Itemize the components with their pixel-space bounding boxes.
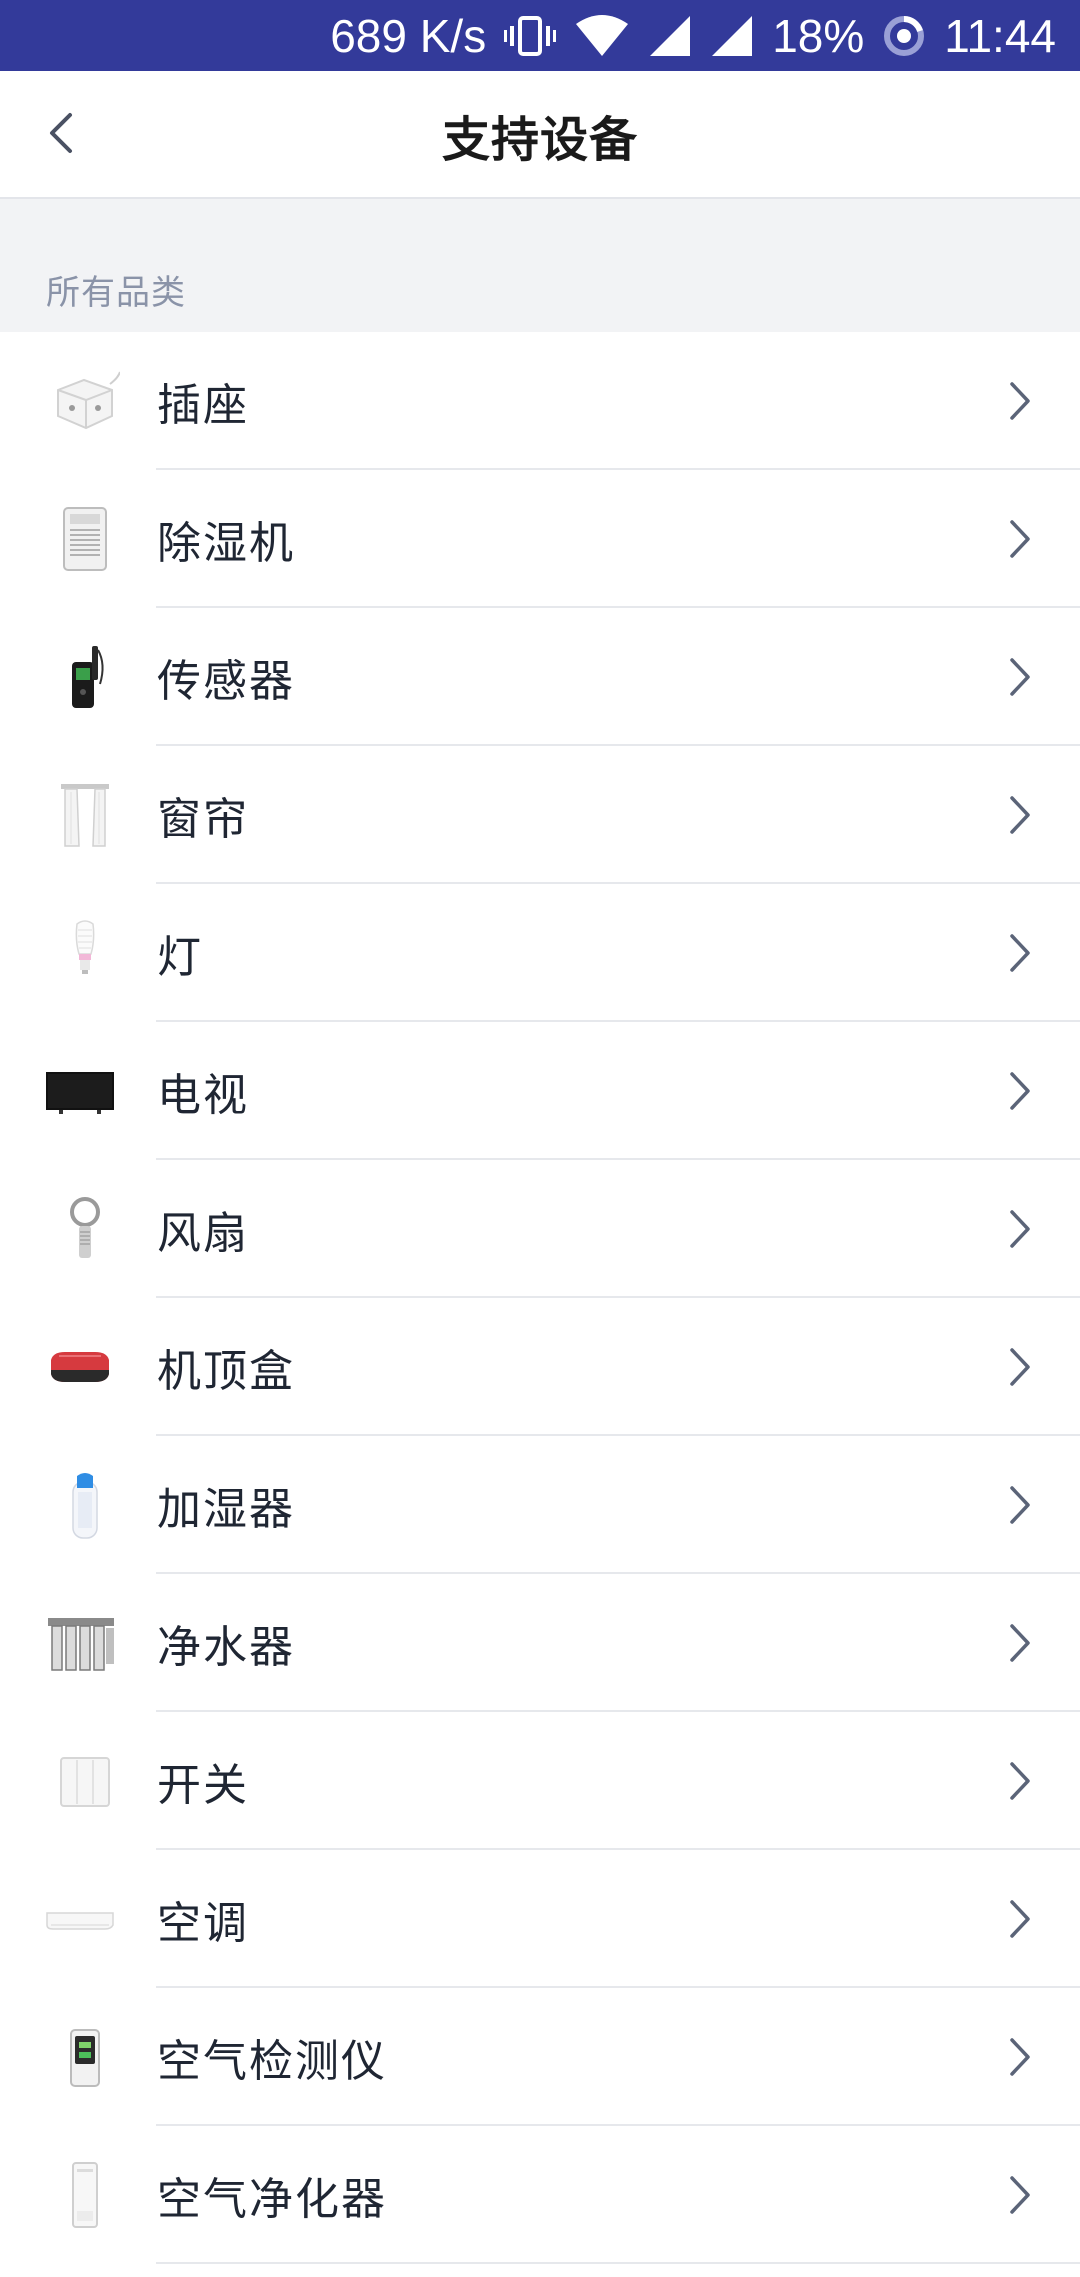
item-label: 加湿器 bbox=[157, 1484, 295, 1535]
section-label: 所有品类 bbox=[46, 273, 186, 313]
list-item-curtain[interactable]: 窗帘 bbox=[0, 746, 1080, 884]
bulb-icon bbox=[48, 918, 122, 990]
list-item-switch[interactable]: 开关 bbox=[0, 1712, 1080, 1850]
chevron-right-icon bbox=[1000, 1206, 1040, 1252]
chevron-right-icon bbox=[1000, 1620, 1040, 1666]
app-header: 支持设备 bbox=[0, 71, 1080, 199]
item-label: 机顶盒 bbox=[157, 1346, 295, 1397]
list-item-water-purifier[interactable]: 净水器 bbox=[0, 1574, 1080, 1712]
air-conditioner-icon bbox=[38, 1884, 122, 1956]
vibrate-icon bbox=[504, 14, 557, 58]
category-list: 插座 除湿机 传感器 窗帘 灯 电视 风扇 机顶盒 加湿器 净水器 开关 空调 … bbox=[0, 332, 1080, 2264]
item-label: 电视 bbox=[157, 1070, 249, 1121]
network-speed: 689 K/s bbox=[330, 9, 487, 62]
item-label: 除湿机 bbox=[157, 518, 295, 569]
item-label: 开关 bbox=[157, 1760, 249, 1811]
item-label: 插座 bbox=[157, 380, 249, 431]
item-label: 传感器 bbox=[157, 656, 295, 707]
status-bar: 689 K/s 18% 11:44 bbox=[0, 0, 1080, 71]
item-label: 净水器 bbox=[157, 1622, 295, 1673]
clock: 11:44 bbox=[944, 9, 1056, 62]
battery-ring-icon bbox=[882, 14, 926, 58]
curtain-icon bbox=[48, 780, 122, 852]
list-item-humidifier[interactable]: 加湿器 bbox=[0, 1436, 1080, 1574]
air-purifier-icon bbox=[48, 2160, 122, 2232]
air-monitor-icon bbox=[48, 2022, 122, 2094]
item-label: 灯 bbox=[157, 932, 203, 983]
list-item-air-conditioner[interactable]: 空调 bbox=[0, 1850, 1080, 1988]
wifi-icon bbox=[574, 14, 630, 58]
item-label: 空气净化器 bbox=[157, 2174, 387, 2225]
fan-icon bbox=[48, 1194, 122, 1266]
section-header: 所有品类 bbox=[0, 199, 1080, 332]
chevron-right-icon bbox=[1000, 1758, 1040, 1804]
chevron-right-icon bbox=[1000, 378, 1040, 424]
chevron-right-icon bbox=[1000, 654, 1040, 700]
chevron-right-icon bbox=[1000, 1344, 1040, 1390]
list-item-socket[interactable]: 插座 bbox=[0, 332, 1080, 470]
dehumidifier-icon bbox=[48, 504, 122, 576]
chevron-right-icon bbox=[1000, 930, 1040, 976]
chevron-right-icon bbox=[1000, 792, 1040, 838]
chevron-right-icon bbox=[1000, 2034, 1040, 2080]
signal-icon bbox=[710, 14, 754, 58]
list-item-air-purifier[interactable]: 空气净化器 bbox=[0, 2126, 1080, 2264]
battery-percent: 18% bbox=[772, 9, 865, 62]
item-label: 窗帘 bbox=[157, 794, 249, 845]
signal-icon bbox=[648, 14, 692, 58]
divider bbox=[156, 2262, 1080, 2264]
chevron-right-icon bbox=[1000, 1482, 1040, 1528]
page-title: 支持设备 bbox=[441, 112, 638, 168]
list-item-set-top-box[interactable]: 机顶盒 bbox=[0, 1298, 1080, 1436]
water-purifier-icon bbox=[40, 1608, 122, 1680]
socket-icon bbox=[48, 366, 122, 438]
item-label: 风扇 bbox=[157, 1208, 249, 1259]
list-item-dehumidifier[interactable]: 除湿机 bbox=[0, 470, 1080, 608]
list-item-light[interactable]: 灯 bbox=[0, 884, 1080, 1022]
item-label: 空气检测仪 bbox=[157, 2036, 387, 2087]
sensor-icon bbox=[48, 642, 122, 714]
chevron-right-icon bbox=[1000, 1896, 1040, 1942]
chevron-right-icon bbox=[1000, 1068, 1040, 1114]
list-item-air-monitor[interactable]: 空气检测仪 bbox=[0, 1988, 1080, 2126]
set-top-box-icon bbox=[38, 1332, 122, 1404]
humidifier-icon bbox=[48, 1470, 122, 1542]
item-label: 空调 bbox=[157, 1898, 249, 1949]
switch-icon bbox=[48, 1746, 122, 1818]
chevron-right-icon bbox=[1000, 516, 1040, 562]
list-item-fan[interactable]: 风扇 bbox=[0, 1160, 1080, 1298]
back-button[interactable] bbox=[28, 101, 92, 169]
tv-icon bbox=[38, 1056, 122, 1128]
list-item-tv[interactable]: 电视 bbox=[0, 1022, 1080, 1160]
chevron-left-icon bbox=[44, 109, 76, 161]
chevron-right-icon bbox=[1000, 2172, 1040, 2218]
list-item-sensor[interactable]: 传感器 bbox=[0, 608, 1080, 746]
